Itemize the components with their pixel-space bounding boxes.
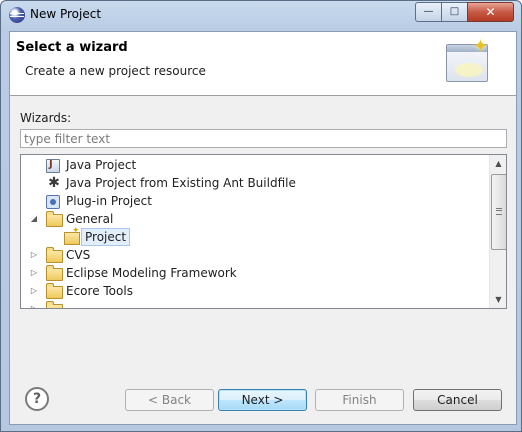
scroll-down-arrow-icon[interactable]: ▼ bbox=[490, 291, 506, 308]
tree-item-general[interactable]: ◢ General bbox=[21, 210, 489, 228]
tree-item-java-project[interactable]: Java Project bbox=[21, 156, 489, 174]
close-button[interactable]: ✕ bbox=[467, 2, 514, 22]
minimize-button[interactable]: — bbox=[415, 2, 442, 22]
window-title: New Project bbox=[30, 7, 102, 21]
back-button[interactable]: < Back bbox=[125, 389, 214, 411]
collapse-toggle-icon[interactable]: ▷ bbox=[29, 303, 39, 308]
tree-item-label: General bbox=[66, 212, 114, 226]
tree-item-eclipse-modeling-framework[interactable]: ▷ Eclipse Modeling Framework bbox=[21, 264, 489, 282]
tree-scrollbar[interactable]: ▲ ▼ bbox=[489, 155, 506, 308]
maximize-button[interactable]: □ bbox=[441, 2, 468, 22]
sparkle-icon: ✦ bbox=[473, 36, 489, 57]
tree-item-plugin-project[interactable]: Plug-in Project bbox=[21, 192, 489, 210]
tree-item-label: Java Project from Existing Ant Buildfile bbox=[66, 176, 296, 190]
folder-icon bbox=[46, 211, 63, 227]
tree-item-label: Eclipse Modeling Framework bbox=[66, 266, 237, 280]
scrollbar-thumb[interactable] bbox=[491, 174, 506, 250]
tree-item-cvs[interactable]: ▷ CVS bbox=[21, 246, 489, 264]
tree-item-label: Java Project bbox=[66, 158, 137, 172]
folder-icon bbox=[46, 265, 63, 281]
folder-icon bbox=[46, 283, 63, 299]
finish-button[interactable]: Finish bbox=[315, 389, 404, 411]
wizards-label: Wizards: bbox=[20, 111, 72, 125]
cancel-button[interactable]: Cancel bbox=[413, 389, 502, 411]
tree-item-ecore-tools[interactable]: ▷ Ecore Tools bbox=[21, 282, 489, 300]
tree-item-project[interactable]: Project bbox=[21, 226, 489, 246]
wizard-tree-rows: Java Project ✱ Java Project from Existin… bbox=[21, 155, 489, 308]
ant-icon: ✱ bbox=[48, 175, 60, 191]
filter-input[interactable] bbox=[20, 129, 507, 148]
tree-item-label: Ecore Tools bbox=[66, 284, 133, 298]
collapse-toggle-icon[interactable]: ▷ bbox=[29, 249, 39, 261]
banner-title: Select a wizard bbox=[16, 40, 128, 55]
tree-item-label: Plug-in Project bbox=[66, 194, 152, 208]
collapse-toggle-icon[interactable]: ▷ bbox=[29, 285, 39, 297]
dialog-body: Select a wizard Create a new project res… bbox=[9, 31, 517, 425]
eclipse-icon bbox=[9, 7, 25, 23]
wizard-tree[interactable]: Java Project ✱ Java Project from Existin… bbox=[20, 154, 507, 309]
expand-toggle-icon[interactable]: ◢ bbox=[29, 213, 39, 225]
help-button[interactable]: ? bbox=[25, 387, 49, 411]
tree-item-label: CVS bbox=[66, 248, 91, 262]
folder-icon bbox=[46, 301, 63, 308]
new-project-window: New Project — □ ✕ Select a wizard Create… bbox=[0, 0, 522, 432]
tree-item-label: Project bbox=[81, 228, 131, 246]
tree-item-java-project-ant[interactable]: ✱ Java Project from Existing Ant Buildfi… bbox=[21, 174, 489, 192]
java-project-icon bbox=[46, 159, 60, 173]
project-icon bbox=[64, 226, 80, 245]
title-bar[interactable]: New Project — □ ✕ bbox=[1, 1, 521, 29]
plugin-project-icon bbox=[46, 195, 60, 209]
banner-description: Create a new project resource bbox=[25, 64, 206, 78]
scroll-up-arrow-icon[interactable]: ▲ bbox=[490, 155, 506, 172]
folder-icon bbox=[46, 247, 63, 263]
collapse-toggle-icon[interactable]: ▷ bbox=[29, 267, 39, 279]
wizard-banner: Select a wizard Create a new project res… bbox=[10, 32, 516, 96]
tree-item-partial[interactable]: ▷ bbox=[21, 300, 489, 308]
next-button[interactable]: Next > bbox=[218, 389, 307, 411]
